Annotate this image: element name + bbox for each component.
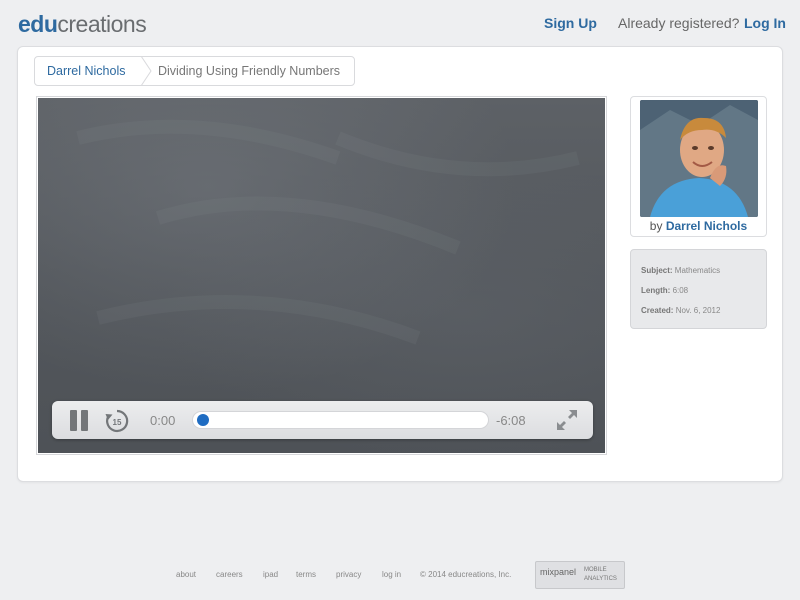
mixpanel-caption: MOBILE ANALYTICS	[584, 566, 617, 584]
video-player[interactable]: 15 0:00 -6:08	[36, 96, 607, 455]
fullscreen-button[interactable]	[555, 408, 579, 432]
log-in-link[interactable]: Log In	[744, 15, 786, 31]
footer-link-about[interactable]: about	[176, 570, 196, 579]
replay-15-icon: 15	[105, 409, 129, 433]
footer-link-log-in[interactable]: log in	[382, 570, 401, 579]
logo-creations: creations	[57, 11, 147, 37]
author-card[interactable]: by Darrel Nichols	[630, 96, 767, 237]
replay-seconds-label: 15	[113, 418, 122, 427]
mixpanel-wordmark: mixpanel	[540, 567, 577, 577]
pause-icon	[70, 410, 77, 431]
meta-subject: Subject: Mathematics	[641, 266, 720, 275]
lesson-card: Darrel Nichols Dividing Using Friendly N…	[17, 46, 783, 482]
sign-up-link[interactable]: Sign Up	[544, 15, 597, 31]
author-name-link[interactable]: Darrel Nichols	[666, 219, 747, 233]
lesson-details: Subject: Mathematics Length: 6:08 Create…	[630, 249, 767, 329]
site-footer: about careers ipad terms privacy log in …	[0, 560, 800, 590]
footer-link-privacy[interactable]: privacy	[336, 570, 361, 579]
author-byline: by Darrel Nichols	[631, 219, 766, 233]
chalk-smudge-texture	[76, 119, 580, 345]
breadcrumb: Darrel Nichols Dividing Using Friendly N…	[34, 56, 355, 86]
site-header: educreations Sign Up Already registered?…	[0, 0, 800, 46]
meta-created: Created: Nov. 6, 2012	[641, 306, 720, 315]
educreations-logo[interactable]: educreations	[18, 10, 147, 38]
pause-icon-bar	[81, 410, 88, 431]
chevron-right-icon	[140, 56, 152, 86]
mixpanel-badge[interactable]: mixpanel MOBILE ANALYTICS	[535, 561, 625, 589]
replay-15-button[interactable]: 15	[104, 408, 130, 434]
breadcrumb-author-link[interactable]: Darrel Nichols	[47, 64, 126, 78]
time-remaining: -6:08	[496, 413, 526, 428]
breadcrumb-lesson-title: Dividing Using Friendly Numbers	[158, 64, 341, 78]
chalkboard-canvas[interactable]: 15 0:00 -6:08	[38, 98, 605, 453]
meta-subject-value: Mathematics	[674, 266, 721, 275]
player-controls: 15 0:00 -6:08	[52, 401, 593, 439]
pause-button[interactable]	[68, 410, 90, 432]
progress-scrubber[interactable]	[192, 411, 489, 429]
author-photo	[640, 100, 758, 217]
mixpanel-caption-line1: MOBILE	[584, 567, 607, 573]
already-registered-text: Already registered?	[618, 15, 740, 31]
meta-created-value: Nov. 6, 2012	[675, 306, 721, 315]
progress-knob[interactable]	[197, 414, 209, 426]
meta-length: Length: 6:08	[641, 286, 688, 295]
footer-copyright: © 2014 educreations, Inc.	[420, 570, 512, 579]
time-elapsed: 0:00	[150, 413, 176, 428]
footer-link-ipad[interactable]: ipad	[263, 570, 278, 579]
logo-edu: edu	[18, 11, 58, 37]
meta-length-label: Length:	[641, 286, 671, 295]
meta-length-value: 6:08	[672, 286, 689, 295]
footer-link-careers[interactable]: careers	[216, 570, 243, 579]
author-avatar[interactable]	[640, 100, 758, 217]
meta-subject-label: Subject:	[641, 266, 673, 275]
footer-link-terms[interactable]: terms	[296, 570, 316, 579]
expand-icon	[557, 410, 577, 430]
byline-by: by	[649, 219, 663, 233]
mixpanel-caption-line2: ANALYTICS	[584, 576, 617, 582]
meta-created-label: Created:	[641, 306, 674, 315]
